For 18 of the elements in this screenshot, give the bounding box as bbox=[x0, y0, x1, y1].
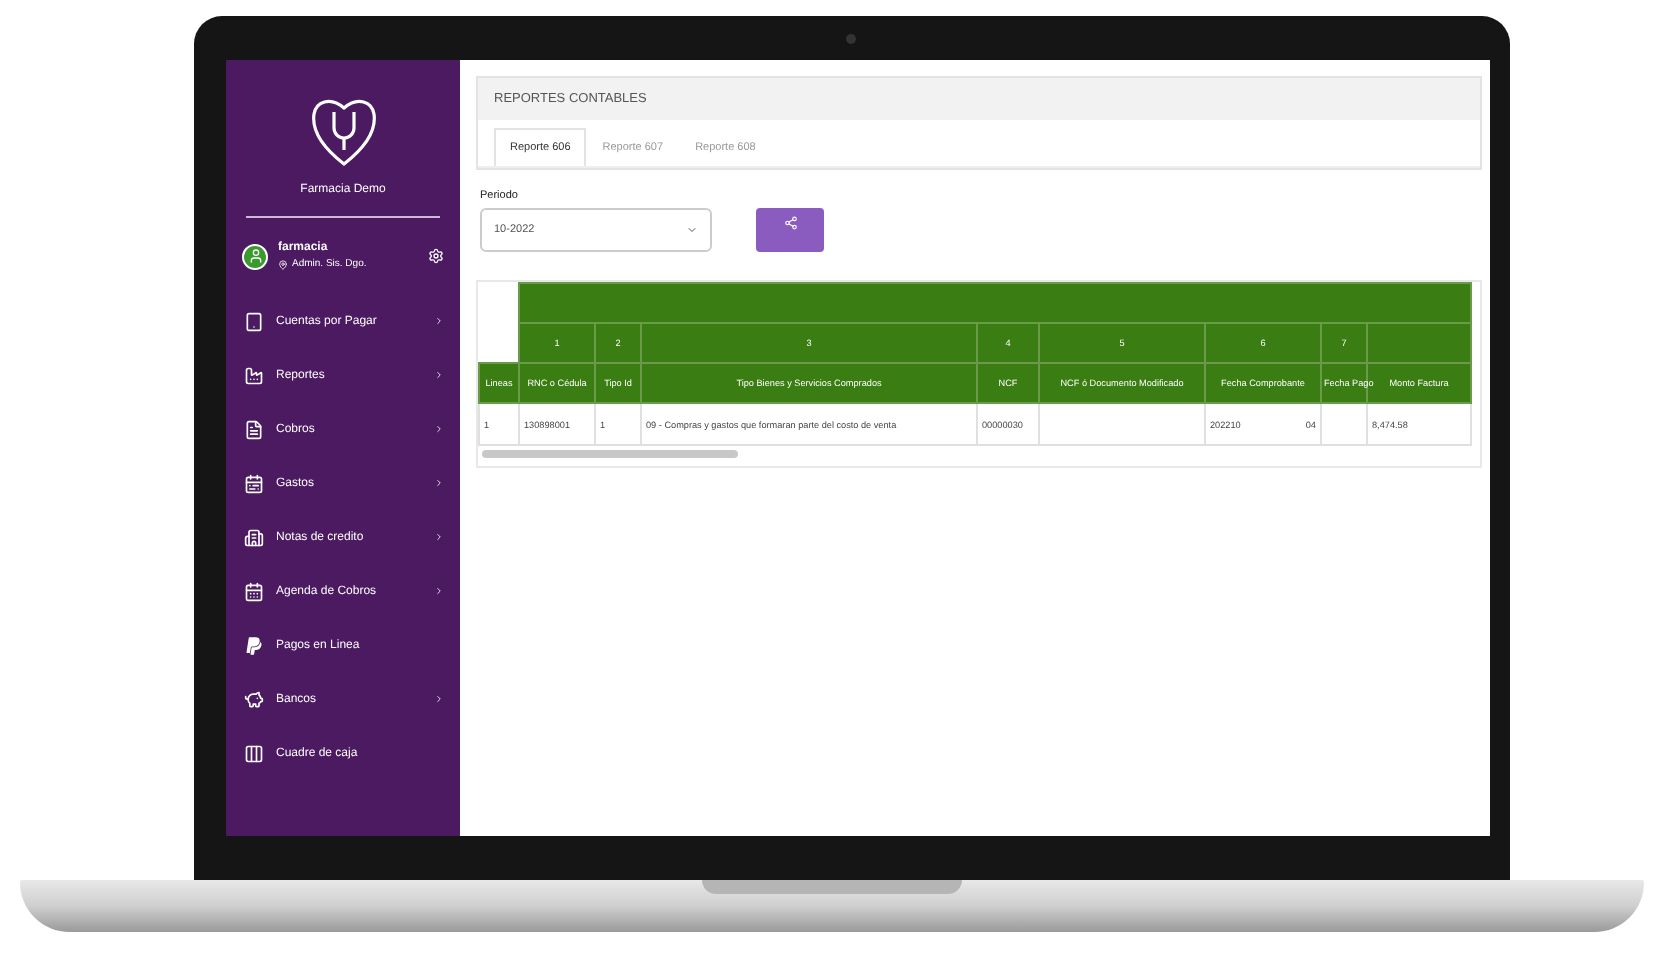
menu-icon bbox=[244, 581, 264, 601]
p-icon bbox=[244, 635, 264, 655]
menu-icon bbox=[244, 743, 264, 763]
share-icon bbox=[783, 216, 797, 230]
menu-icon bbox=[244, 419, 264, 439]
menu-icon bbox=[244, 365, 264, 385]
menu-icon bbox=[244, 527, 264, 547]
camera-icon bbox=[846, 34, 856, 44]
export-button[interactable] bbox=[756, 208, 824, 252]
menu-icon bbox=[244, 689, 264, 709]
menu-icon bbox=[244, 473, 264, 493]
pin-icon bbox=[278, 259, 288, 269]
scrollbar[interactable] bbox=[482, 450, 738, 458]
heart-stethoscope-logo bbox=[309, 96, 377, 168]
settings-icon[interactable] bbox=[428, 248, 444, 264]
caret-icon bbox=[686, 224, 698, 236]
menu-icon bbox=[244, 311, 264, 331]
user-icon bbox=[247, 248, 263, 264]
